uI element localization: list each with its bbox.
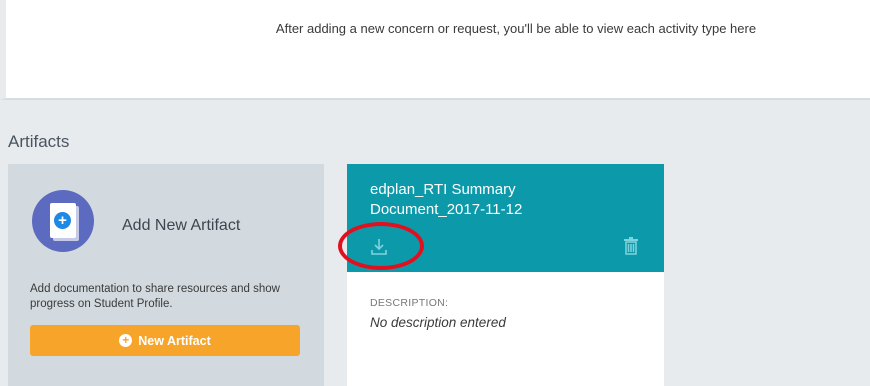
add-artifact-description: Add documentation to share resources and… xyxy=(30,283,280,310)
document-plus-icon: + xyxy=(32,190,94,252)
add-artifact-title: Add New Artifact xyxy=(122,217,241,234)
artifact-description-value: No description entered xyxy=(370,315,506,330)
new-artifact-button-label: New Artifact xyxy=(138,333,211,348)
trash-icon[interactable] xyxy=(624,237,638,255)
add-artifact-card: + Add New Artifact Add documentation to … xyxy=(8,164,324,386)
plus-circle-icon: + xyxy=(119,334,133,347)
activity-panel: After adding a new concern or request, y… xyxy=(0,0,870,100)
plus-icon: + xyxy=(54,212,71,229)
red-annotation-circle xyxy=(338,222,424,270)
artifact-description-label: DESCRIPTION: xyxy=(370,297,449,309)
artifact-card: edplan_RTI Summary Document_2017-11-12 D… xyxy=(338,164,664,386)
activity-empty-message: After adding a new concern or request, y… xyxy=(275,21,757,36)
new-artifact-button[interactable]: + New Artifact xyxy=(30,325,300,356)
artifact-name: edplan_RTI Summary Document_2017-11-12 xyxy=(370,181,523,218)
artifacts-section-title: Artifacts xyxy=(8,132,70,151)
